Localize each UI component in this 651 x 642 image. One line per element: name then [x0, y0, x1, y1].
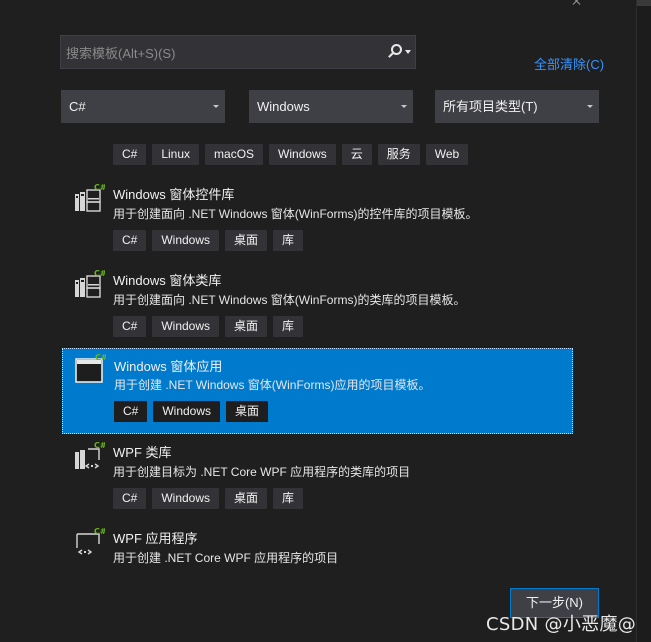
template-description: 用于创建 .NET Core WPF 应用程序的项目 [113, 551, 339, 565]
svg-text:C#: C# [95, 353, 106, 362]
filter-tags: C# Linux macOS Windows 云服务 Web [113, 144, 474, 165]
filter-tag[interactable]: Linux [152, 144, 200, 165]
template-tag: 桌面 [226, 401, 269, 422]
filter-tag[interactable]: Windows [269, 144, 336, 165]
winforms-library-icon: C# [75, 183, 105, 212]
template-item[interactable]: C# Windows 窗体类库 用于创建面向 .NET Windows 窗体(W… [62, 264, 573, 350]
template-item-selected[interactable]: C# Windows 窗体应用 用于创建 .NET Windows 窗体(Win… [62, 348, 573, 434]
platform-dropdown-value: Windows [257, 99, 310, 114]
svg-text:C#: C# [94, 441, 105, 450]
template-tag: 桌面 [225, 488, 268, 509]
scrollbar-thumb[interactable] [637, 0, 651, 6]
template-tag: 库 [273, 488, 304, 509]
winforms-library-icon: C# [75, 269, 105, 298]
filter-tag[interactable]: 服务 [377, 144, 420, 165]
template-tag: C# [113, 316, 147, 337]
chevron-down-icon [213, 105, 219, 108]
chevron-down-icon [401, 105, 407, 108]
template-tag: Windows [153, 401, 221, 422]
template-title: WPF 应用程序 [113, 531, 198, 546]
filter-tag[interactable]: macOS [205, 144, 264, 165]
template-item[interactable]: C# WPF 类库 用于创建目标为 .NET Core WPF 应用程序的类库的… [62, 436, 573, 522]
language-dropdown-value: C# [69, 99, 86, 114]
winforms-app-icon: C# [75, 353, 106, 383]
template-tag: 库 [273, 230, 304, 251]
template-title: WPF 类库 [113, 445, 172, 460]
search-input[interactable] [61, 36, 388, 70]
template-title: Windows 窗体应用 [114, 359, 223, 374]
template-tag: 桌面 [225, 316, 268, 337]
template-title: Windows 窗体类库 [113, 273, 222, 288]
template-tag: Windows [152, 230, 220, 251]
template-tag: 桌面 [225, 230, 268, 251]
template-description: 用于创建面向 .NET Windows 窗体(WinForms)的控件库的项目模… [113, 207, 478, 221]
template-tag: 库 [273, 316, 304, 337]
project-type-dropdown[interactable]: 所有项目类型(T) [435, 90, 599, 123]
filter-tag[interactable]: C# [113, 144, 147, 165]
language-dropdown[interactable]: C# [61, 90, 225, 123]
project-type-dropdown-value: 所有项目类型(T) [443, 99, 538, 114]
platform-dropdown[interactable]: Windows [249, 90, 413, 123]
template-item[interactable]: C# Windows 窗体控件库 用于创建面向 .NET Windows 窗体(… [62, 178, 573, 264]
template-title: Windows 窗体控件库 [113, 187, 235, 202]
template-description: 用于创建目标为 .NET Core WPF 应用程序的类库的项目 [113, 465, 411, 479]
template-tag: C# [113, 488, 147, 509]
svg-text:C#: C# [94, 527, 105, 536]
search-icon[interactable] [385, 42, 413, 62]
template-item[interactable]: C# WPF 应用程序 用于创建 .NET Core WPF 应用程序的项目 [62, 522, 573, 572]
template-tag: Windows [152, 488, 220, 509]
chevron-down-icon [587, 105, 593, 108]
watermark: CSDN @小恶魔@ [486, 614, 637, 635]
svg-text:C#: C# [94, 183, 105, 192]
template-tag: Windows [152, 316, 220, 337]
window-close-icon[interactable] [560, 0, 600, 8]
wpf-app-icon: C# [76, 527, 105, 555]
search-box [60, 35, 416, 70]
svg-text:C#: C# [94, 269, 105, 278]
template-description: 用于创建面向 .NET Windows 窗体(WinForms)的类库的项目模板… [113, 293, 466, 307]
vertical-scrollbar[interactable] [636, 0, 651, 642]
template-description: 用于创建 .NET Windows 窗体(WinForms)应用的项目模板。 [114, 378, 431, 392]
filter-tag[interactable]: Web [425, 144, 469, 165]
wpf-library-icon: C# [75, 441, 105, 469]
filter-tag[interactable]: 云 [341, 144, 372, 165]
template-tag: C# [114, 401, 148, 422]
template-tag: C# [113, 230, 147, 251]
clear-all-link[interactable]: 全部清除(C) [534, 54, 604, 73]
